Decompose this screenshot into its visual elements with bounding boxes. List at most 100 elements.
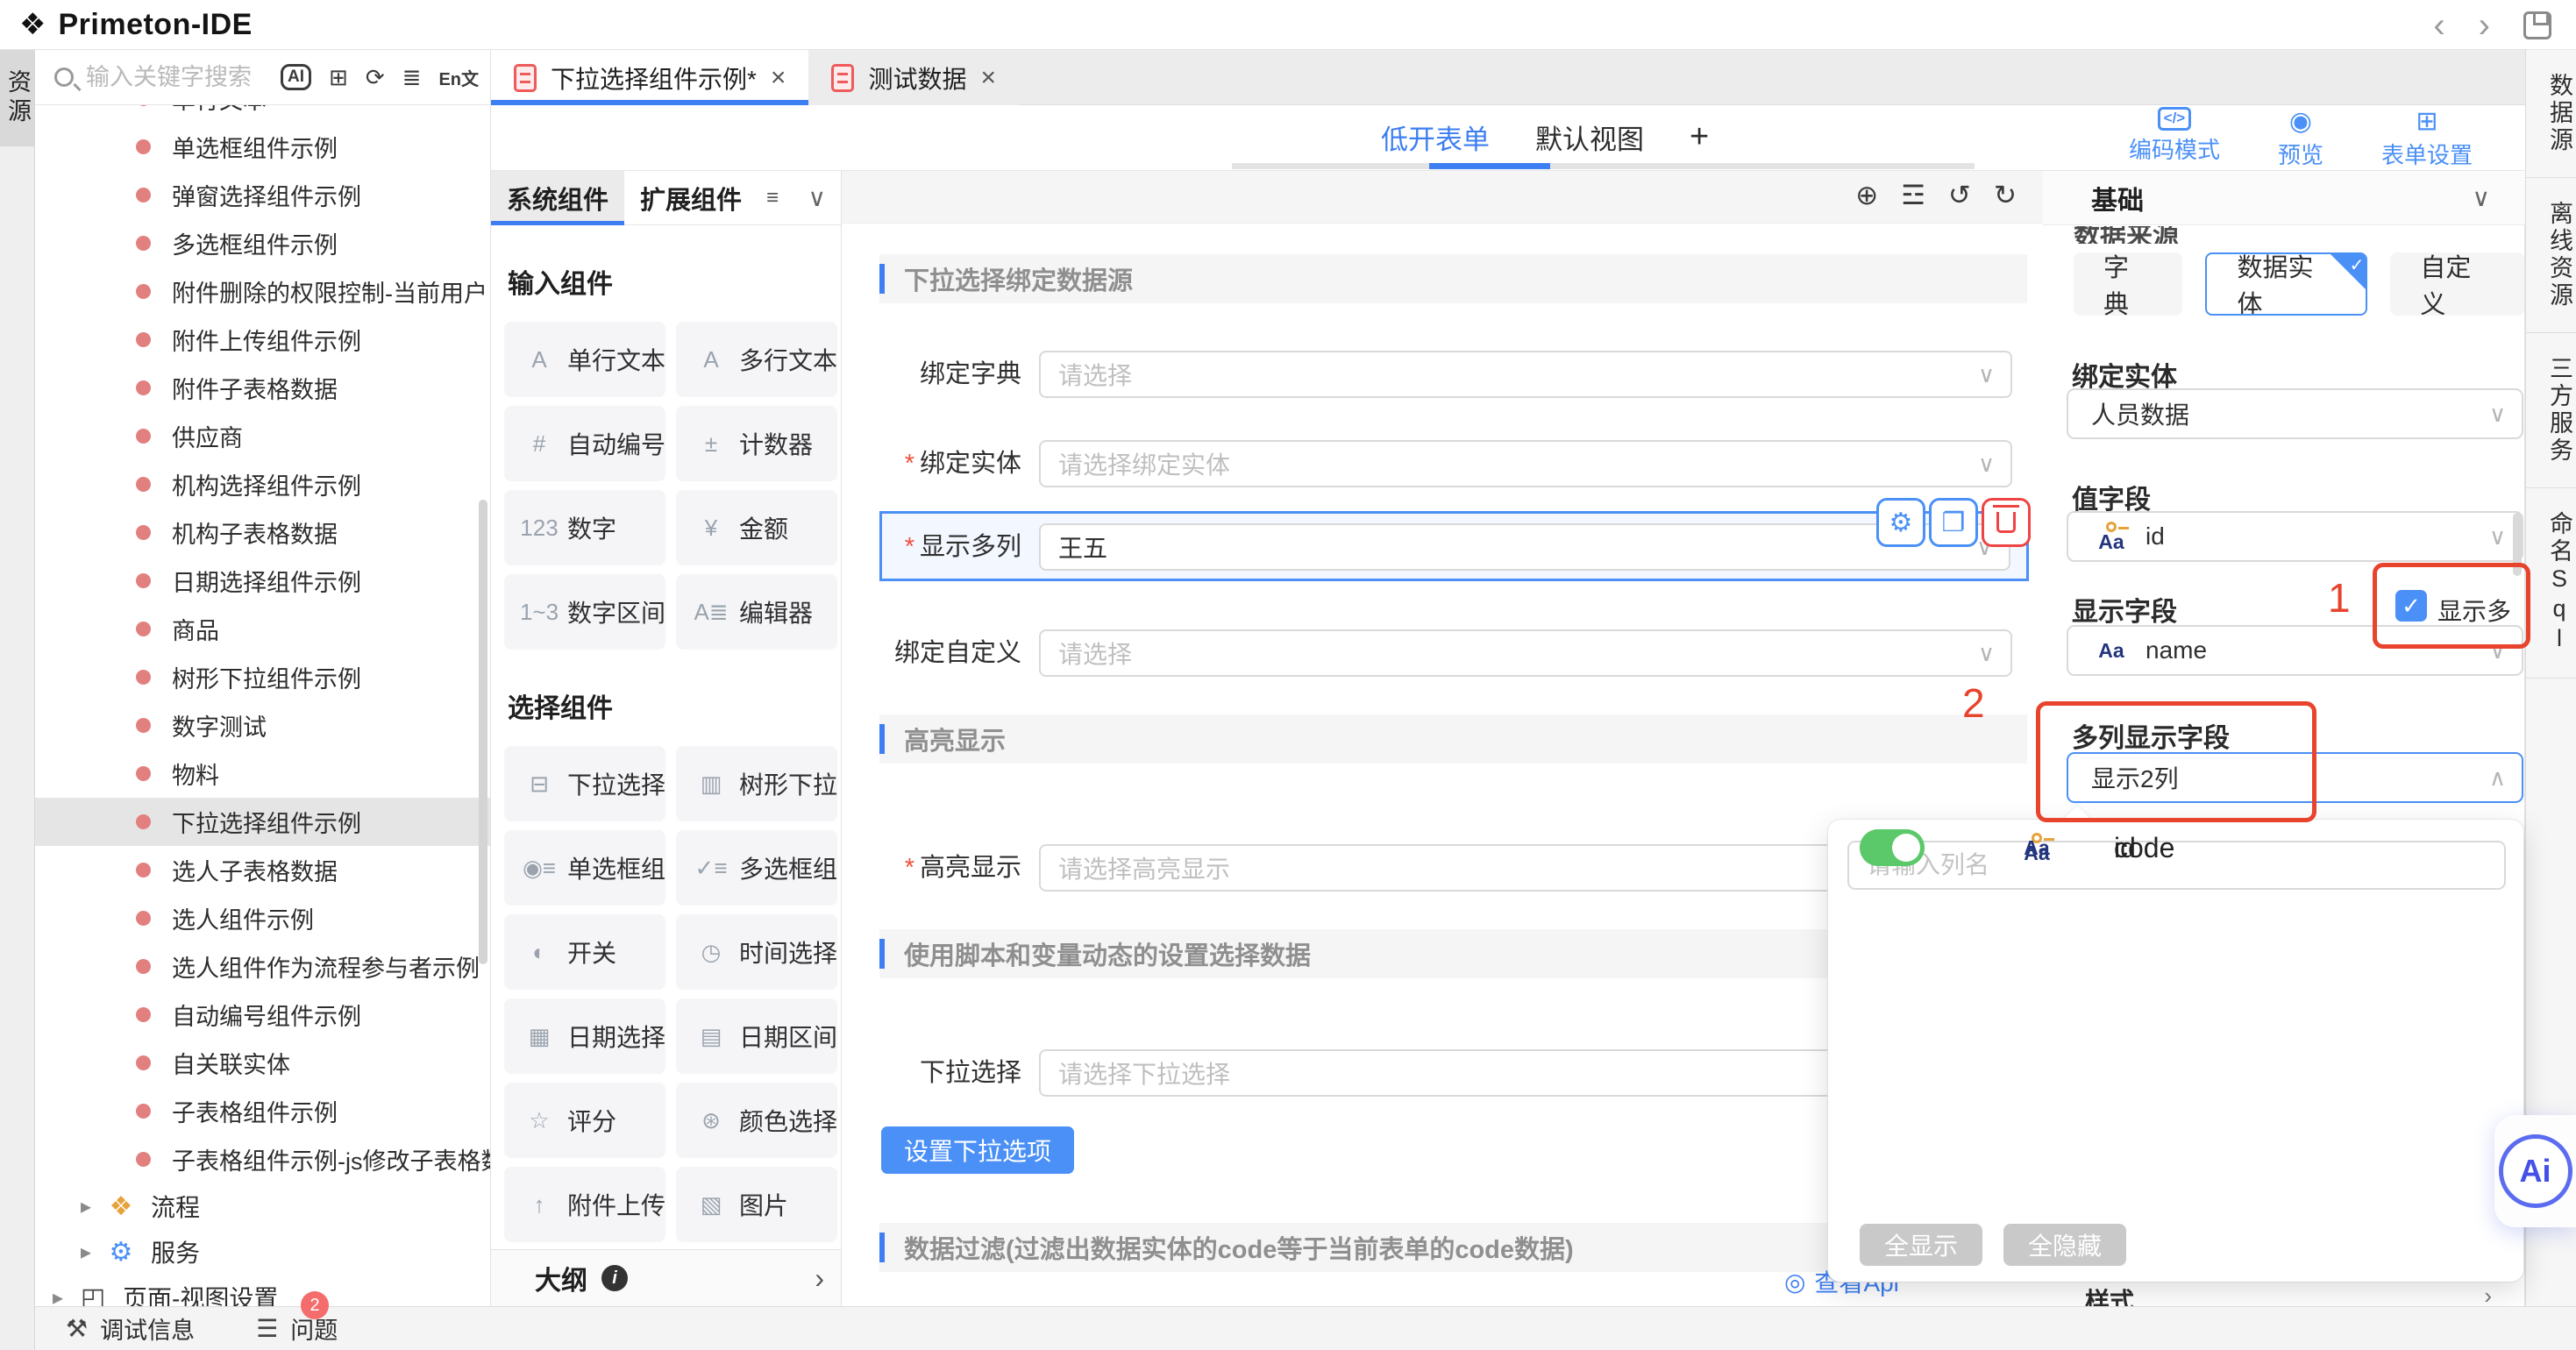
- tab-extension-components[interactable]: 扩展组件: [624, 171, 758, 225]
- tree-item[interactable]: 自动编号组件示例: [35, 991, 491, 1039]
- palette-item[interactable]: ⊛ 颜色选择: [676, 1083, 837, 1158]
- back-icon[interactable]: ‹: [2433, 8, 2444, 43]
- tab-data-entity[interactable]: 数据实体 ✓: [2205, 252, 2367, 316]
- tree-item[interactable]: 弹窗选择组件示例: [35, 171, 491, 219]
- multi-column-checkbox[interactable]: ✓: [2395, 590, 2427, 622]
- palette-item[interactable]: ▤ 日期区间: [676, 998, 837, 1074]
- chevron-right-icon[interactable]: ›: [815, 1262, 824, 1295]
- tree-item[interactable]: 机构选择组件示例: [35, 460, 491, 508]
- new-resource-icon[interactable]: ⊞: [329, 64, 348, 91]
- tree-group[interactable]: ▸ ⚙ 服务: [35, 1229, 491, 1275]
- tree-item[interactable]: 下拉选择组件示例: [35, 798, 491, 846]
- tree-item[interactable]: 单行文本: [35, 105, 491, 123]
- tree-item[interactable]: 单选框组件示例: [35, 123, 491, 171]
- canvas-hscrollbar[interactable]: [1232, 163, 1975, 169]
- tree-root-item[interactable]: ▸ ◰ 页面-视图设置: [35, 1275, 491, 1306]
- palette-item[interactable]: ◐ 开关: [504, 914, 665, 990]
- tree-item[interactable]: 选人组件示例: [35, 894, 491, 942]
- component-copy-button[interactable]: ❐: [1929, 498, 1978, 547]
- ai-assist-icon[interactable]: AI: [281, 64, 311, 90]
- preview-button[interactable]: ◉ 预览: [2278, 107, 2323, 170]
- translate-icon[interactable]: En文: [438, 65, 479, 90]
- inspector-scrollbar[interactable]: [2513, 513, 2522, 576]
- palette-item[interactable]: 123 数字: [504, 490, 665, 565]
- close-icon[interactable]: ×: [771, 63, 786, 93]
- inspector-header[interactable]: 基础 ∨: [2043, 171, 2525, 225]
- value-field-select[interactable]: Aa id ∨: [2067, 511, 2523, 562]
- palette-item[interactable]: A 单行文本: [504, 322, 665, 397]
- view-tab-low-code-form[interactable]: 低开表单: [1381, 117, 1490, 157]
- palette-item[interactable]: ☆ 评分: [504, 1083, 665, 1158]
- tree-item[interactable]: 日期选择组件示例: [35, 557, 491, 605]
- palette-item[interactable]: ✓≡ 多选框组: [676, 830, 837, 906]
- hide-all-button[interactable]: 全隐藏: [2003, 1224, 2126, 1266]
- tree-item[interactable]: 子表格组件示例-js修改子表格数据: [35, 1135, 491, 1183]
- form-settings-button[interactable]: ⊞ 表单设置: [2381, 107, 2473, 170]
- redo-icon[interactable]: ↻: [1994, 180, 2017, 211]
- tree-item[interactable]: 机构子表格数据: [35, 508, 491, 557]
- bind-dict-select[interactable]: 请选择 ∨: [1039, 351, 2012, 398]
- rail-tab[interactable]: 数据源: [2526, 50, 2576, 178]
- tree-item[interactable]: 附件子表格数据: [35, 364, 491, 412]
- rail-tab-resources[interactable]: 资源: [0, 50, 35, 146]
- rail-tab[interactable]: 三方服务: [2526, 333, 2576, 488]
- tree-item[interactable]: 选人组件作为流程参与者示例: [35, 942, 491, 991]
- rail-tab[interactable]: 命名Sql: [2526, 488, 2576, 679]
- outline-filter-icon[interactable]: ☲: [1901, 180, 1925, 211]
- debug-info-button[interactable]: ⚒ 调试信息: [66, 1311, 195, 1346]
- rail-tab[interactable]: 离线资源: [2526, 178, 2576, 333]
- tab-dictionary[interactable]: 字典: [2074, 252, 2182, 316]
- tab-custom[interactable]: 自定义: [2390, 252, 2524, 316]
- search-input[interactable]: [86, 64, 279, 91]
- globe-icon[interactable]: ⊕: [1855, 180, 1878, 211]
- style-section-row[interactable]: 样式 ›: [2043, 1282, 2525, 1306]
- tree-group[interactable]: ▸ ❖ 流程: [35, 1183, 491, 1229]
- tree-item[interactable]: 多选框组件示例: [35, 219, 491, 267]
- tree-item[interactable]: 选人子表格数据: [35, 846, 491, 894]
- undo-icon[interactable]: ↺: [1948, 180, 1971, 211]
- expand-arrow-icon[interactable]: ▸: [81, 1240, 103, 1265]
- tree-item[interactable]: 数字测试: [35, 701, 491, 750]
- ai-assistant-button[interactable]: Ai: [2494, 1115, 2576, 1227]
- palette-item[interactable]: ▥ 树形下拉: [676, 746, 837, 821]
- chevron-down-icon[interactable]: ∨: [2473, 183, 2491, 212]
- palette-item[interactable]: 1~3 数字区间: [504, 574, 665, 650]
- tree-item[interactable]: 商品: [35, 605, 491, 653]
- multicol-select[interactable]: 王五 ∨: [1039, 523, 2010, 571]
- outline-bar[interactable]: 大纲 i ›: [491, 1249, 842, 1306]
- tab-system-components[interactable]: 系统组件: [491, 171, 624, 225]
- doc-tab-dropdown-example[interactable]: 下拉选择组件示例* ×: [491, 50, 808, 105]
- tree-item[interactable]: 树形下拉组件示例: [35, 653, 491, 701]
- view-tab-default-view[interactable]: 默认视图: [1535, 117, 1644, 157]
- bind-entity-select[interactable]: 请选择绑定实体 ∨: [1039, 440, 2012, 487]
- tree-item[interactable]: 附件上传组件示例: [35, 316, 491, 364]
- tree-item[interactable]: 附件删除的权限控制-当前用户: [35, 267, 491, 316]
- save-icon[interactable]: [2523, 11, 2551, 39]
- display-field-select[interactable]: Aa name ∨: [2067, 625, 2523, 676]
- sidebar-scrollbar[interactable]: [479, 500, 487, 964]
- set-dropdown-options-button[interactable]: 设置下拉选项: [881, 1126, 1074, 1174]
- multi-col-fields-select[interactable]: 显示2列 ∧: [2067, 752, 2523, 803]
- doc-tab-test-data[interactable]: 测试数据 ×: [808, 50, 1019, 105]
- palette-item[interactable]: A≣ 编辑器: [676, 574, 837, 650]
- close-icon[interactable]: ×: [980, 63, 996, 93]
- expand-arrow-icon[interactable]: ▸: [81, 1194, 103, 1219]
- palette-item[interactable]: ⊟ 下拉选择: [504, 746, 665, 821]
- bind-custom-select[interactable]: 请选择 ∨: [1039, 629, 2012, 677]
- tree-item[interactable]: 自关联实体: [35, 1039, 491, 1087]
- component-delete-button[interactable]: [1982, 498, 2031, 547]
- palette-item[interactable]: ± 计数器: [676, 406, 837, 481]
- problems-button[interactable]: ☰ 问题: [256, 1311, 338, 1346]
- show-all-button[interactable]: 全显示: [1860, 1224, 1982, 1266]
- tree-item[interactable]: 子表格组件示例: [35, 1087, 491, 1135]
- palette-item[interactable]: ↑ 附件上传: [504, 1167, 665, 1242]
- palette-menu-icon[interactable]: ≡: [766, 186, 779, 210]
- collapse-all-icon[interactable]: ≣: [402, 64, 422, 91]
- code-mode-button[interactable]: </> 编码模式: [2129, 107, 2220, 170]
- palette-item[interactable]: ◉≡ 单选框组: [504, 830, 665, 906]
- palette-item[interactable]: ¥ 金额: [676, 490, 837, 565]
- refresh-icon[interactable]: ⟳: [366, 64, 385, 91]
- component-settings-button[interactable]: ⚙: [1876, 498, 1925, 547]
- tree-item[interactable]: 物料: [35, 750, 491, 798]
- expand-arrow-icon[interactable]: ▸: [53, 1285, 75, 1307]
